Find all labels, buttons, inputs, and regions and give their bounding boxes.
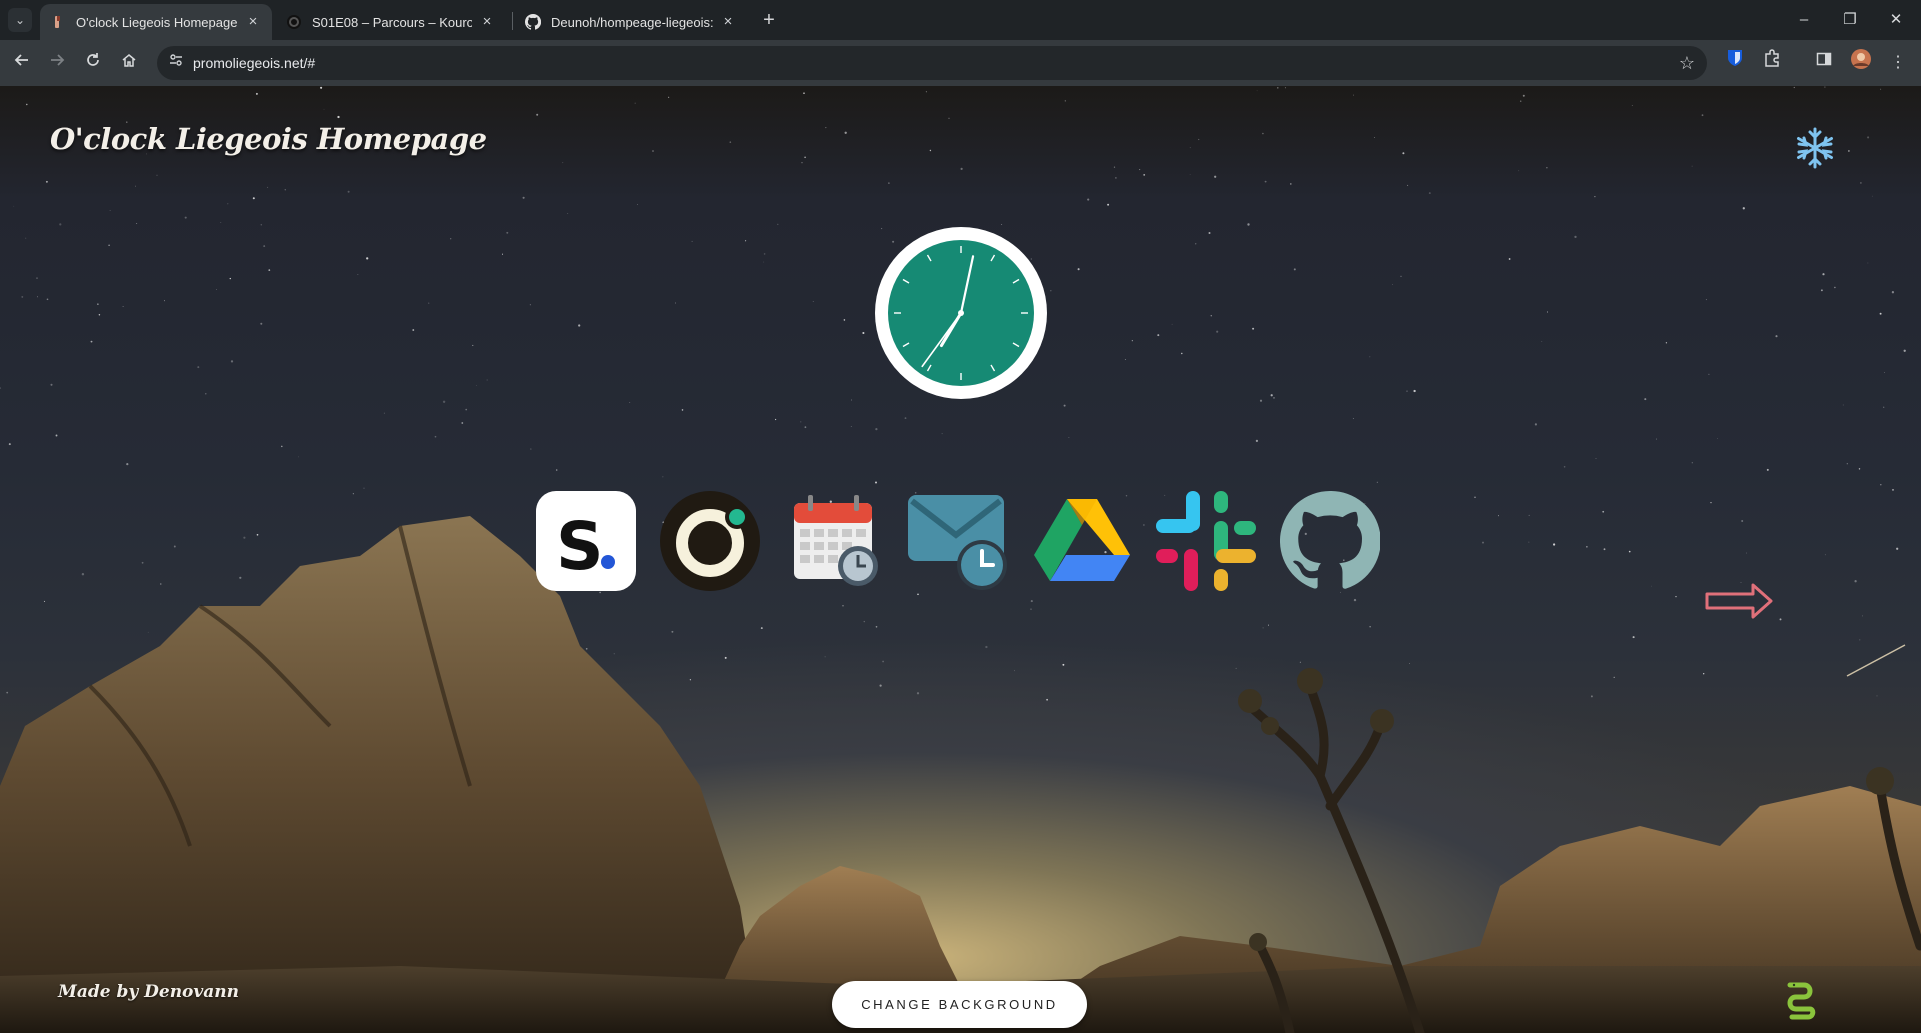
minimize-button[interactable]: – (1781, 0, 1827, 40)
change-background-button[interactable]: CHANGE BACKGROUND (832, 981, 1087, 1028)
browser-menu-icon[interactable]: ⋮ (1883, 48, 1913, 78)
calendar-app-link[interactable] (784, 491, 884, 591)
site-favicon-icon (286, 14, 302, 30)
close-window-button[interactable]: ✕ (1873, 0, 1919, 40)
close-tab-icon[interactable]: × (719, 13, 737, 31)
close-tab-icon[interactable]: × (478, 13, 496, 31)
analog-clock (875, 227, 1047, 399)
tab-strip: ⌄ O'clock Liegeois Homepage × S01E08 – P… (0, 0, 1921, 40)
s-dot-app-link[interactable]: S (536, 491, 636, 591)
google-drive-icon (1034, 499, 1130, 581)
next-arrow-icon[interactable] (1705, 581, 1775, 621)
svg-text:S: S (556, 508, 604, 585)
back-button[interactable] (7, 48, 37, 78)
home-button[interactable] (114, 48, 144, 78)
site-favicon-icon (50, 14, 66, 30)
restore-button[interactable]: ❐ (1827, 0, 1873, 40)
scheduled-mail-app-link[interactable] (908, 491, 1008, 591)
tab-title: Deunoh/hompeage-liegeois: Pa (551, 14, 713, 30)
oclock-app-link[interactable] (660, 491, 760, 591)
side-panel-icon[interactable] (1809, 48, 1839, 78)
snowflake-icon[interactable] (1793, 126, 1837, 170)
github-app-link[interactable] (1279, 490, 1381, 591)
snake-icon[interactable] (1784, 981, 1818, 1021)
mail-clock-icon (908, 495, 1007, 590)
bookmark-star-icon[interactable]: ☆ (1679, 46, 1695, 80)
browser-toolbar: promoliegeois.net/# ☆ ⋮ (0, 40, 1921, 86)
url-text[interactable]: promoliegeois.net/# (193, 46, 315, 80)
tab-separator (512, 12, 513, 30)
reload-icon (87, 53, 99, 66)
site-settings-icon[interactable] (165, 52, 187, 74)
github-icon (524, 13, 542, 30)
extensions-puzzle-icon[interactable] (1757, 48, 1787, 78)
slack-app-link[interactable] (1156, 491, 1256, 591)
google-drive-app-link[interactable] (1032, 491, 1132, 591)
footer-credit: Made by Denovann (58, 982, 240, 1002)
tab-github-repo[interactable]: Deunoh/hompeage-liegeois: Pa × (515, 4, 747, 40)
github-icon (1279, 490, 1381, 589)
close-tab-icon[interactable]: × (244, 13, 262, 31)
tab-title: S01E08 – Parcours – Kourou (312, 14, 472, 30)
slack-icon (1156, 491, 1256, 591)
new-tab-button[interactable]: + (757, 8, 781, 32)
page-title: O'clock Liegeois Homepage (50, 122, 487, 156)
tab-oclock-homepage[interactable]: O'clock Liegeois Homepage × (40, 4, 272, 40)
clock-center (958, 310, 964, 316)
home-icon (122, 54, 136, 67)
forward-button[interactable] (42, 48, 72, 78)
s-dot-icon: S (536, 491, 636, 591)
reload-button[interactable] (78, 48, 108, 78)
tab-title: O'clock Liegeois Homepage (76, 14, 238, 30)
calendar-icon (794, 495, 878, 586)
profile-avatar[interactable] (1846, 48, 1876, 78)
forward-arrow-icon (51, 54, 65, 66)
oclock-icon (660, 491, 760, 591)
tab-parcours-kourou[interactable]: S01E08 – Parcours – Kourou × (276, 4, 506, 40)
back-arrow-icon (14, 54, 28, 66)
homepage: O'clock Liegeois Homepage S Made by Deno… (0, 86, 1921, 1033)
address-bar[interactable]: promoliegeois.net/# ☆ (157, 46, 1707, 80)
tab-search-button[interactable]: ⌄ (8, 8, 32, 32)
bitwarden-extension-icon[interactable] (1720, 48, 1750, 78)
shooting-star (1846, 644, 1906, 677)
